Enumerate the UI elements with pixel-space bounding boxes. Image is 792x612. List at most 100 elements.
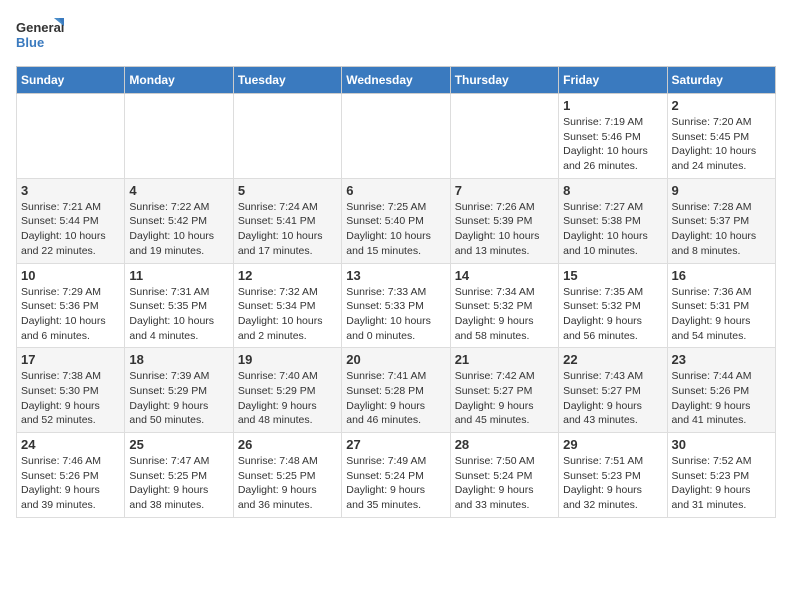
col-header-monday: Monday bbox=[125, 67, 233, 94]
day-cell: 2 Sunrise: 7:20 AM Sunset: 5:45 PM Daylig… bbox=[667, 94, 775, 179]
day-cell: 10Sunrise: 7:29 AM Sunset: 5:36 PM Dayli… bbox=[17, 263, 125, 348]
day-number: 29 bbox=[563, 437, 662, 452]
day-number: 2 bbox=[672, 98, 771, 113]
day-info: Sunrise: 7:27 AM Sunset: 5:38 PM Dayligh… bbox=[563, 200, 662, 259]
day-info: Sunrise: 7:21 AM Sunset: 5:44 PM Dayligh… bbox=[21, 200, 120, 259]
day-cell: 5 Sunrise: 7:24 AM Sunset: 5:41 PM Daylig… bbox=[233, 178, 341, 263]
day-info: Sunrise: 7:36 AM Sunset: 5:31 PM Dayligh… bbox=[672, 285, 771, 344]
day-info: Sunrise: 7:50 AM Sunset: 5:24 PM Dayligh… bbox=[455, 454, 554, 513]
day-info: Sunrise: 7:24 AM Sunset: 5:41 PM Dayligh… bbox=[238, 200, 337, 259]
day-info: Sunrise: 7:46 AM Sunset: 5:26 PM Dayligh… bbox=[21, 454, 120, 513]
day-cell: 14 Sunrise: 7:34 AM Sunset: 5:32 PM Dayli… bbox=[450, 263, 558, 348]
day-cell: 6 Sunrise: 7:25 AM Sunset: 5:40 PM Daylig… bbox=[342, 178, 450, 263]
day-number: 27 bbox=[346, 437, 445, 452]
day-number: 8 bbox=[563, 183, 662, 198]
day-cell: 8 Sunrise: 7:27 AM Sunset: 5:38 PM Daylig… bbox=[559, 178, 667, 263]
day-cell: 19 Sunrise: 7:40 AM Sunset: 5:29 PM Dayli… bbox=[233, 348, 341, 433]
day-info: Sunrise: 7:20 AM Sunset: 5:45 PM Dayligh… bbox=[672, 115, 771, 174]
day-number: 18 bbox=[129, 352, 228, 367]
day-number: 22 bbox=[563, 352, 662, 367]
day-cell: 16 Sunrise: 7:36 AM Sunset: 5:31 PM Dayli… bbox=[667, 263, 775, 348]
day-number: 30 bbox=[672, 437, 771, 452]
day-cell: 12 Sunrise: 7:32 AM Sunset: 5:34 PM Dayli… bbox=[233, 263, 341, 348]
day-number: 6 bbox=[346, 183, 445, 198]
day-info: Sunrise: 7:49 AM Sunset: 5:24 PM Dayligh… bbox=[346, 454, 445, 513]
day-info: Sunrise: 7:40 AM Sunset: 5:29 PM Dayligh… bbox=[238, 369, 337, 428]
day-info: Sunrise: 7:51 AM Sunset: 5:23 PM Dayligh… bbox=[563, 454, 662, 513]
day-number: 9 bbox=[672, 183, 771, 198]
day-info: Sunrise: 7:26 AM Sunset: 5:39 PM Dayligh… bbox=[455, 200, 554, 259]
day-info: Sunrise: 7:43 AM Sunset: 5:27 PM Dayligh… bbox=[563, 369, 662, 428]
day-cell: 15 Sunrise: 7:35 AM Sunset: 5:32 PM Dayli… bbox=[559, 263, 667, 348]
day-number: 26 bbox=[238, 437, 337, 452]
day-number: 15 bbox=[563, 268, 662, 283]
day-cell: 27 Sunrise: 7:49 AM Sunset: 5:24 PM Dayli… bbox=[342, 433, 450, 518]
col-header-wednesday: Wednesday bbox=[342, 67, 450, 94]
day-info: Sunrise: 7:35 AM Sunset: 5:32 PM Dayligh… bbox=[563, 285, 662, 344]
day-cell bbox=[17, 94, 125, 179]
day-number: 17 bbox=[21, 352, 120, 367]
day-cell: 25 Sunrise: 7:47 AM Sunset: 5:25 PM Dayli… bbox=[125, 433, 233, 518]
day-cell bbox=[342, 94, 450, 179]
day-cell: 26 Sunrise: 7:48 AM Sunset: 5:25 PM Dayli… bbox=[233, 433, 341, 518]
week-row-5: 24Sunrise: 7:46 AM Sunset: 5:26 PM Dayli… bbox=[17, 433, 776, 518]
day-cell: 23Sunrise: 7:44 AM Sunset: 5:26 PM Dayli… bbox=[667, 348, 775, 433]
calendar-table: SundayMondayTuesdayWednesdayThursdayFrid… bbox=[16, 66, 776, 518]
day-cell: 1 Sunrise: 7:19 AM Sunset: 5:46 PM Daylig… bbox=[559, 94, 667, 179]
day-number: 11 bbox=[129, 268, 228, 283]
calendar-header-row: SundayMondayTuesdayWednesdayThursdayFrid… bbox=[17, 67, 776, 94]
day-cell: 9 Sunrise: 7:28 AM Sunset: 5:37 PM Daylig… bbox=[667, 178, 775, 263]
day-info: Sunrise: 7:41 AM Sunset: 5:28 PM Dayligh… bbox=[346, 369, 445, 428]
col-header-sunday: Sunday bbox=[17, 67, 125, 94]
day-cell: 7 Sunrise: 7:26 AM Sunset: 5:39 PM Daylig… bbox=[450, 178, 558, 263]
day-cell: 29 Sunrise: 7:51 AM Sunset: 5:23 PM Dayli… bbox=[559, 433, 667, 518]
day-number: 19 bbox=[238, 352, 337, 367]
logo: General Blue bbox=[16, 16, 66, 58]
day-info: Sunrise: 7:31 AM Sunset: 5:35 PM Dayligh… bbox=[129, 285, 228, 344]
day-cell: 4 Sunrise: 7:22 AM Sunset: 5:42 PM Daylig… bbox=[125, 178, 233, 263]
day-info: Sunrise: 7:25 AM Sunset: 5:40 PM Dayligh… bbox=[346, 200, 445, 259]
day-number: 14 bbox=[455, 268, 554, 283]
week-row-1: 1 Sunrise: 7:19 AM Sunset: 5:46 PM Daylig… bbox=[17, 94, 776, 179]
col-header-saturday: Saturday bbox=[667, 67, 775, 94]
day-number: 28 bbox=[455, 437, 554, 452]
day-info: Sunrise: 7:47 AM Sunset: 5:25 PM Dayligh… bbox=[129, 454, 228, 513]
day-info: Sunrise: 7:52 AM Sunset: 5:23 PM Dayligh… bbox=[672, 454, 771, 513]
day-info: Sunrise: 7:19 AM Sunset: 5:46 PM Dayligh… bbox=[563, 115, 662, 174]
day-info: Sunrise: 7:22 AM Sunset: 5:42 PM Dayligh… bbox=[129, 200, 228, 259]
day-cell bbox=[233, 94, 341, 179]
svg-text:General: General bbox=[16, 20, 64, 35]
day-number: 13 bbox=[346, 268, 445, 283]
day-cell: 3Sunrise: 7:21 AM Sunset: 5:44 PM Daylig… bbox=[17, 178, 125, 263]
day-info: Sunrise: 7:39 AM Sunset: 5:29 PM Dayligh… bbox=[129, 369, 228, 428]
day-info: Sunrise: 7:38 AM Sunset: 5:30 PM Dayligh… bbox=[21, 369, 120, 428]
day-number: 7 bbox=[455, 183, 554, 198]
week-row-2: 3Sunrise: 7:21 AM Sunset: 5:44 PM Daylig… bbox=[17, 178, 776, 263]
day-number: 21 bbox=[455, 352, 554, 367]
day-info: Sunrise: 7:34 AM Sunset: 5:32 PM Dayligh… bbox=[455, 285, 554, 344]
day-number: 20 bbox=[346, 352, 445, 367]
day-info: Sunrise: 7:32 AM Sunset: 5:34 PM Dayligh… bbox=[238, 285, 337, 344]
day-info: Sunrise: 7:42 AM Sunset: 5:27 PM Dayligh… bbox=[455, 369, 554, 428]
day-number: 12 bbox=[238, 268, 337, 283]
day-cell: 28 Sunrise: 7:50 AM Sunset: 5:24 PM Dayli… bbox=[450, 433, 558, 518]
day-cell: 11 Sunrise: 7:31 AM Sunset: 5:35 PM Dayli… bbox=[125, 263, 233, 348]
day-cell: 17 Sunrise: 7:38 AM Sunset: 5:30 PM Dayli… bbox=[17, 348, 125, 433]
page-header: General Blue bbox=[16, 16, 776, 58]
day-number: 16 bbox=[672, 268, 771, 283]
day-number: 4 bbox=[129, 183, 228, 198]
week-row-4: 17 Sunrise: 7:38 AM Sunset: 5:30 PM Dayli… bbox=[17, 348, 776, 433]
col-header-friday: Friday bbox=[559, 67, 667, 94]
day-info: Sunrise: 7:28 AM Sunset: 5:37 PM Dayligh… bbox=[672, 200, 771, 259]
day-cell bbox=[450, 94, 558, 179]
day-number: 25 bbox=[129, 437, 228, 452]
day-cell: 21 Sunrise: 7:42 AM Sunset: 5:27 PM Dayli… bbox=[450, 348, 558, 433]
day-info: Sunrise: 7:44 AM Sunset: 5:26 PM Dayligh… bbox=[672, 369, 771, 428]
col-header-tuesday: Tuesday bbox=[233, 67, 341, 94]
day-number: 5 bbox=[238, 183, 337, 198]
day-number: 1 bbox=[563, 98, 662, 113]
col-header-thursday: Thursday bbox=[450, 67, 558, 94]
day-cell: 18 Sunrise: 7:39 AM Sunset: 5:29 PM Dayli… bbox=[125, 348, 233, 433]
day-info: Sunrise: 7:48 AM Sunset: 5:25 PM Dayligh… bbox=[238, 454, 337, 513]
day-number: 10 bbox=[21, 268, 120, 283]
